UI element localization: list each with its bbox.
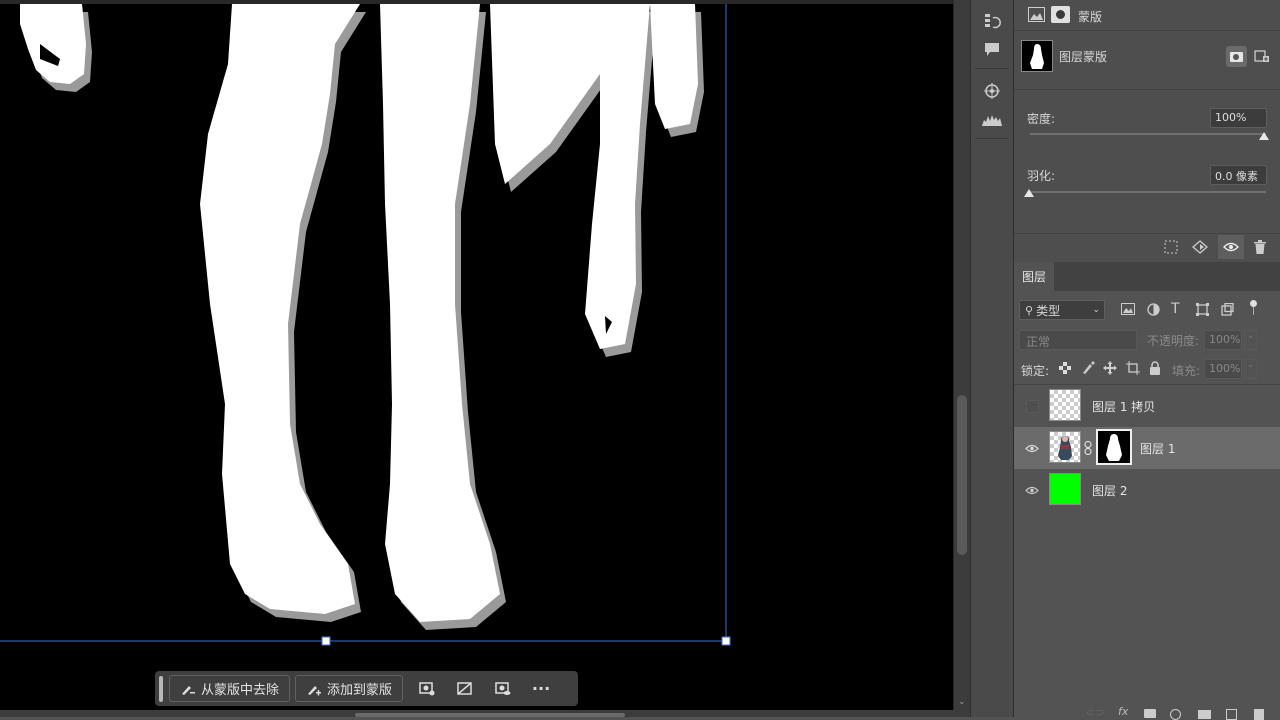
lock-transparent-pixels-icon[interactable]	[1059, 362, 1071, 374]
search-icon: ⚲	[1025, 303, 1034, 317]
layer-row[interactable]: 图层 2	[1014, 469, 1280, 511]
fill-field[interactable]: 100%	[1204, 359, 1242, 379]
brush-plus-icon	[308, 685, 322, 695]
add-vector-mask-icon[interactable]	[1254, 48, 1270, 67]
lock-label: 锁定:	[1021, 364, 1050, 378]
toggle-mask-visibility-icon[interactable]	[1218, 235, 1244, 259]
fill-label: 填充:	[1172, 364, 1201, 378]
delete-mask-icon[interactable]	[1254, 240, 1266, 257]
subtract-label: 从蒙版中去除	[201, 683, 280, 698]
layer-thumbnail[interactable]	[1049, 473, 1081, 505]
layers-footer: ⊂⊃ fx	[1014, 702, 1280, 720]
vertical-scroll-thumb[interactable]	[957, 395, 967, 555]
fill-dropdown-icon[interactable]: ⌄	[1244, 359, 1257, 379]
layer-row[interactable]: 图层 1 拷贝	[1014, 385, 1280, 427]
navigator-icon[interactable]	[980, 80, 1004, 102]
layers-tab-bar: 图层	[1014, 262, 1280, 291]
filter-kind-select[interactable]: ⚲ 类型 ⌄	[1019, 300, 1105, 320]
filter-kind-value: 类型	[1036, 303, 1061, 318]
link-icon[interactable]	[1084, 440, 1092, 458]
new-group-icon[interactable]	[1198, 710, 1211, 719]
link-layers-icon[interactable]: ⊂⊃	[1086, 706, 1104, 719]
eye-icon[interactable]	[1024, 482, 1040, 498]
layer-name[interactable]: 图层 2	[1092, 482, 1127, 499]
layer-mask-icon[interactable]	[1051, 6, 1070, 23]
horizontal-scroll-thumb[interactable]	[355, 713, 625, 717]
load-selection-icon[interactable]	[1164, 240, 1178, 257]
properties-panel: 蒙版 图层蒙版 密度: 100% 羽化: 0.0 像素	[1013, 0, 1280, 262]
mask-thumbnail[interactable]	[1021, 40, 1053, 72]
lock-artboard-icon[interactable]	[1126, 361, 1140, 378]
new-layer-icon[interactable]	[1226, 709, 1237, 720]
subtract-from-mask-button[interactable]: 从蒙版中去除	[169, 675, 291, 702]
contextual-task-bar: 从蒙版中去除 添加到蒙版 ···	[155, 671, 578, 706]
delete-layer-icon[interactable]	[1254, 709, 1264, 720]
density-slider[interactable]	[1030, 133, 1266, 135]
panel-icon-strip	[970, 0, 1013, 717]
opacity-field[interactable]: 100%	[1204, 330, 1242, 350]
feather-slider[interactable]	[1030, 191, 1266, 193]
chevron-down-icon: ⌄	[1092, 305, 1100, 315]
eye-icon[interactable]	[1024, 440, 1040, 456]
feather-label: 羽化:	[1027, 169, 1056, 183]
mask-preview[interactable]	[0, 4, 953, 710]
filter-toggle-icon[interactable]	[1250, 300, 1257, 307]
feather-field[interactable]: 0.0 像素	[1210, 165, 1267, 185]
properties-header-title: 蒙版	[1078, 10, 1103, 24]
layer-mask-thumbnail[interactable]	[1096, 429, 1132, 465]
add-label: 添加到蒙版	[327, 683, 393, 698]
fx-icon[interactable]: fx	[1118, 705, 1128, 718]
opacity-label: 不透明度:	[1147, 334, 1200, 348]
taskbar-grip[interactable]	[159, 675, 163, 702]
scroll-down-icon[interactable]: ⌄	[958, 697, 966, 707]
vertical-scrollbar[interactable]	[954, 0, 970, 717]
filter-shape-icon[interactable]	[1196, 303, 1209, 319]
disable-mask-icon[interactable]	[446, 675, 484, 702]
lock-image-pixels-icon[interactable]	[1082, 361, 1095, 377]
history-icon[interactable]	[980, 10, 1004, 32]
mask-type-label: 图层蒙版	[1059, 50, 1108, 64]
document-canvas[interactable]	[0, 0, 954, 710]
more-options-icon[interactable]: ···	[522, 675, 560, 702]
feather-slider-thumb[interactable]	[1024, 189, 1034, 197]
brush-minus-icon	[182, 685, 195, 695]
layer-thumbnail[interactable]	[1049, 389, 1081, 421]
lock-position-icon[interactable]	[1103, 361, 1117, 378]
filter-type-icon[interactable]: T	[1171, 301, 1180, 317]
view-mask-icon[interactable]	[484, 675, 522, 702]
layer-name[interactable]: 图层 1 拷贝	[1092, 398, 1155, 415]
tab-layers[interactable]: 图层	[1014, 262, 1054, 291]
pixel-mask-icon[interactable]	[1028, 7, 1045, 25]
opacity-dropdown-icon[interactable]: ⌄	[1244, 330, 1257, 350]
filter-pixel-icon[interactable]	[1121, 303, 1135, 318]
density-field[interactable]: 100%	[1210, 108, 1267, 128]
layer-thumbnail[interactable]	[1049, 431, 1081, 463]
filter-adjustment-icon[interactable]	[1147, 303, 1160, 319]
apply-mask-icon[interactable]	[1192, 240, 1208, 257]
layer-row-selected[interactable]: 图层 1	[1014, 427, 1280, 469]
density-label: 密度:	[1027, 112, 1056, 126]
mask-settings-icon[interactable]	[408, 675, 446, 702]
new-adjustment-icon[interactable]	[1170, 709, 1181, 720]
add-to-mask-button[interactable]: 添加到蒙版	[295, 675, 404, 702]
density-slider-thumb[interactable]	[1259, 132, 1269, 140]
comments-icon[interactable]	[980, 39, 1004, 61]
histogram-icon[interactable]	[980, 108, 1004, 130]
layer-name[interactable]: 图层 1	[1140, 440, 1175, 457]
layers-panel: 图层 ⚲ 类型 ⌄ T 正常 不透明度: 100% ⌄ 锁定: 填充: 100%…	[1013, 262, 1280, 720]
visibility-toggle-off[interactable]	[1024, 398, 1040, 414]
blend-mode-select[interactable]: 正常	[1019, 330, 1137, 350]
filter-smart-object-icon[interactable]	[1221, 302, 1234, 319]
lock-all-icon[interactable]	[1149, 361, 1161, 378]
select-mask-button[interactable]	[1226, 46, 1247, 67]
